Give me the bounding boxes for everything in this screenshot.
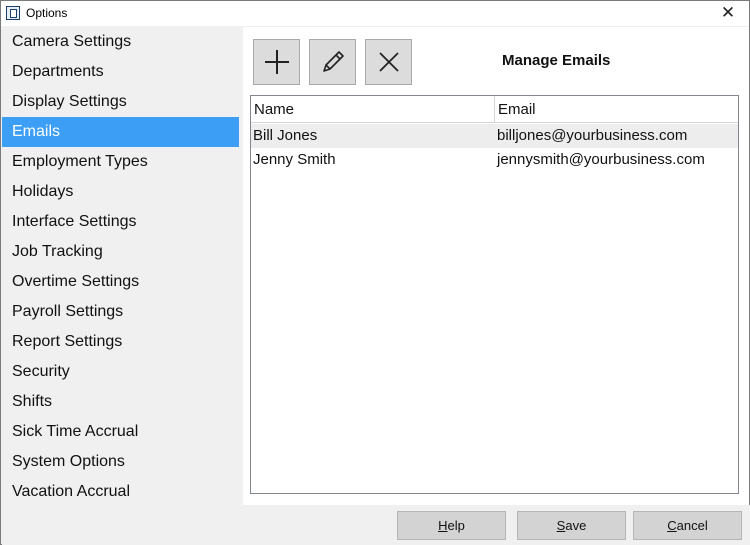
window-title: Options: [26, 6, 68, 20]
page-title: Manage Emails: [502, 52, 611, 69]
delete-email-button[interactable]: [365, 39, 412, 85]
emails-grid: Name Email Bill Jones billjones@yourbusi…: [250, 95, 739, 494]
help-label: elp: [447, 518, 465, 533]
save-button[interactable]: Save: [517, 511, 626, 540]
table-row[interactable]: Bill Jones billjones@yourbusiness.com: [251, 124, 738, 148]
table-row[interactable]: Jenny Smith jennysmith@yourbusiness.com: [251, 148, 738, 172]
column-header-email[interactable]: Email: [495, 96, 738, 123]
options-window: Options ✕ Camera Settings Departments Di…: [0, 0, 750, 545]
cell-email: jennysmith@yourbusiness.com: [497, 151, 705, 168]
help-button[interactable]: Help: [397, 511, 506, 540]
sidebar-item-interface-settings[interactable]: Interface Settings: [2, 207, 239, 237]
plus-icon: [264, 50, 289, 74]
pencil-icon: [322, 51, 344, 72]
app-icon: [6, 6, 20, 20]
sidebar-item-employment-types[interactable]: Employment Types: [2, 147, 239, 177]
cancel-mnemonic: C: [667, 518, 677, 533]
column-header-name[interactable]: Name: [251, 96, 495, 123]
sidebar-item-overtime-settings[interactable]: Overtime Settings: [2, 267, 239, 297]
sidebar-item-vacation-accrual[interactable]: Vacation Accrual: [2, 477, 239, 507]
cell-email: billjones@yourbusiness.com: [497, 127, 688, 144]
settings-sidebar: Camera Settings Departments Display Sett…: [2, 27, 239, 505]
sidebar-item-job-tracking[interactable]: Job Tracking: [2, 237, 239, 267]
x-icon: [378, 52, 399, 72]
add-email-button[interactable]: [253, 39, 300, 85]
sidebar-item-report-settings[interactable]: Report Settings: [2, 327, 239, 357]
sidebar-item-holidays[interactable]: Holidays: [2, 177, 239, 207]
cell-name: Bill Jones: [253, 127, 318, 144]
close-icon[interactable]: ✕: [713, 2, 743, 24]
sidebar-item-sick-time-accrual[interactable]: Sick Time Accrual: [2, 417, 239, 447]
cancel-label: ancel: [676, 518, 708, 533]
sidebar-item-departments[interactable]: Departments: [2, 57, 239, 87]
sidebar-item-payroll-settings[interactable]: Payroll Settings: [2, 297, 239, 327]
edit-email-button[interactable]: [309, 39, 356, 85]
save-label: ave: [565, 518, 587, 533]
sidebar-item-system-options[interactable]: System Options: [2, 447, 239, 477]
sidebar-item-shifts[interactable]: Shifts: [2, 387, 239, 417]
cell-name: Jenny Smith: [253, 151, 336, 168]
title-bar: Options ✕: [1, 1, 749, 26]
cancel-button[interactable]: Cancel: [633, 511, 742, 540]
grid-header: Name Email: [251, 96, 738, 123]
sidebar-item-security[interactable]: Security: [2, 357, 239, 387]
sidebar-item-display-settings[interactable]: Display Settings: [2, 87, 239, 117]
help-mnemonic: H: [438, 518, 448, 533]
sidebar-item-camera-settings[interactable]: Camera Settings: [2, 27, 239, 57]
sidebar-item-emails[interactable]: Emails: [2, 117, 239, 147]
